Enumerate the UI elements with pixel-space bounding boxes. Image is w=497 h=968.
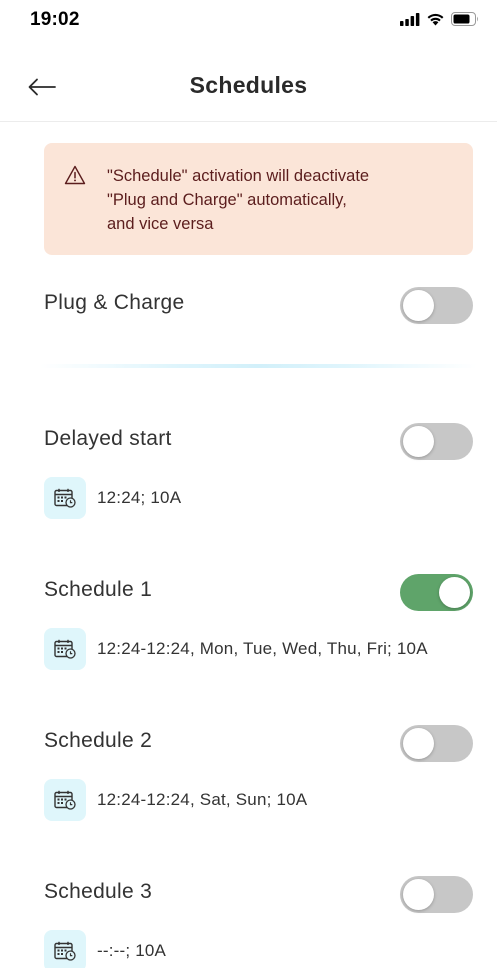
schedule-1-label: Schedule 1 bbox=[44, 578, 153, 601]
plug-charge-label: Plug & Charge bbox=[44, 291, 185, 314]
section-divider bbox=[40, 364, 477, 368]
warning-banner: "Schedule" activation will deactivate "P… bbox=[44, 143, 473, 255]
status-time: 19:02 bbox=[30, 9, 80, 30]
nav-bar: Schedules bbox=[0, 58, 497, 122]
calendar-clock-icon bbox=[54, 941, 76, 961]
calendar-clock-icon bbox=[54, 488, 76, 508]
schedule-1-toggle[interactable] bbox=[400, 574, 473, 611]
warning-text: "Schedule" activation will deactivate "P… bbox=[107, 167, 370, 233]
schedule-2-toggle[interactable] bbox=[400, 725, 473, 762]
calendar-clock-icon bbox=[54, 639, 76, 659]
toggle-knob bbox=[403, 426, 434, 457]
status-bar: 19:02 bbox=[0, 0, 497, 44]
delayed-start-calendar-button[interactable] bbox=[44, 477, 86, 519]
wifi-icon bbox=[427, 13, 444, 26]
delayed-start-toggle[interactable] bbox=[400, 423, 473, 460]
schedule-3-toggle[interactable] bbox=[400, 876, 473, 913]
warning-triangle-icon bbox=[64, 165, 86, 185]
schedule-3-label: Schedule 3 bbox=[44, 880, 153, 903]
toggle-knob bbox=[403, 290, 434, 321]
delayed-start-detail: 12:24; 10A bbox=[97, 488, 182, 507]
schedule-1-detail: 12:24-12:24, Mon, Tue, Wed, Thu, Fri; 10… bbox=[97, 639, 428, 658]
battery-icon bbox=[451, 12, 478, 26]
page-title: Schedules bbox=[189, 72, 308, 98]
schedule-3-detail: --:--; 10A bbox=[97, 941, 167, 960]
schedule-2-detail: 12:24-12:24, Sat, Sun; 10A bbox=[97, 790, 308, 809]
status-icons bbox=[400, 12, 479, 26]
toggle-knob bbox=[403, 879, 434, 910]
delayed-start-label: Delayed start bbox=[44, 427, 172, 450]
calendar-clock-icon bbox=[54, 790, 76, 810]
schedule-3-calendar-button[interactable] bbox=[44, 930, 86, 968]
schedule-2-calendar-button[interactable] bbox=[44, 779, 86, 821]
toggle-knob bbox=[439, 577, 470, 608]
toggle-knob bbox=[403, 728, 434, 759]
cellular-signal-icon bbox=[400, 12, 420, 26]
plug-charge-toggle[interactable] bbox=[400, 287, 473, 324]
schedule-2-label: Schedule 2 bbox=[44, 729, 153, 752]
schedule-1-calendar-button[interactable] bbox=[44, 628, 86, 670]
